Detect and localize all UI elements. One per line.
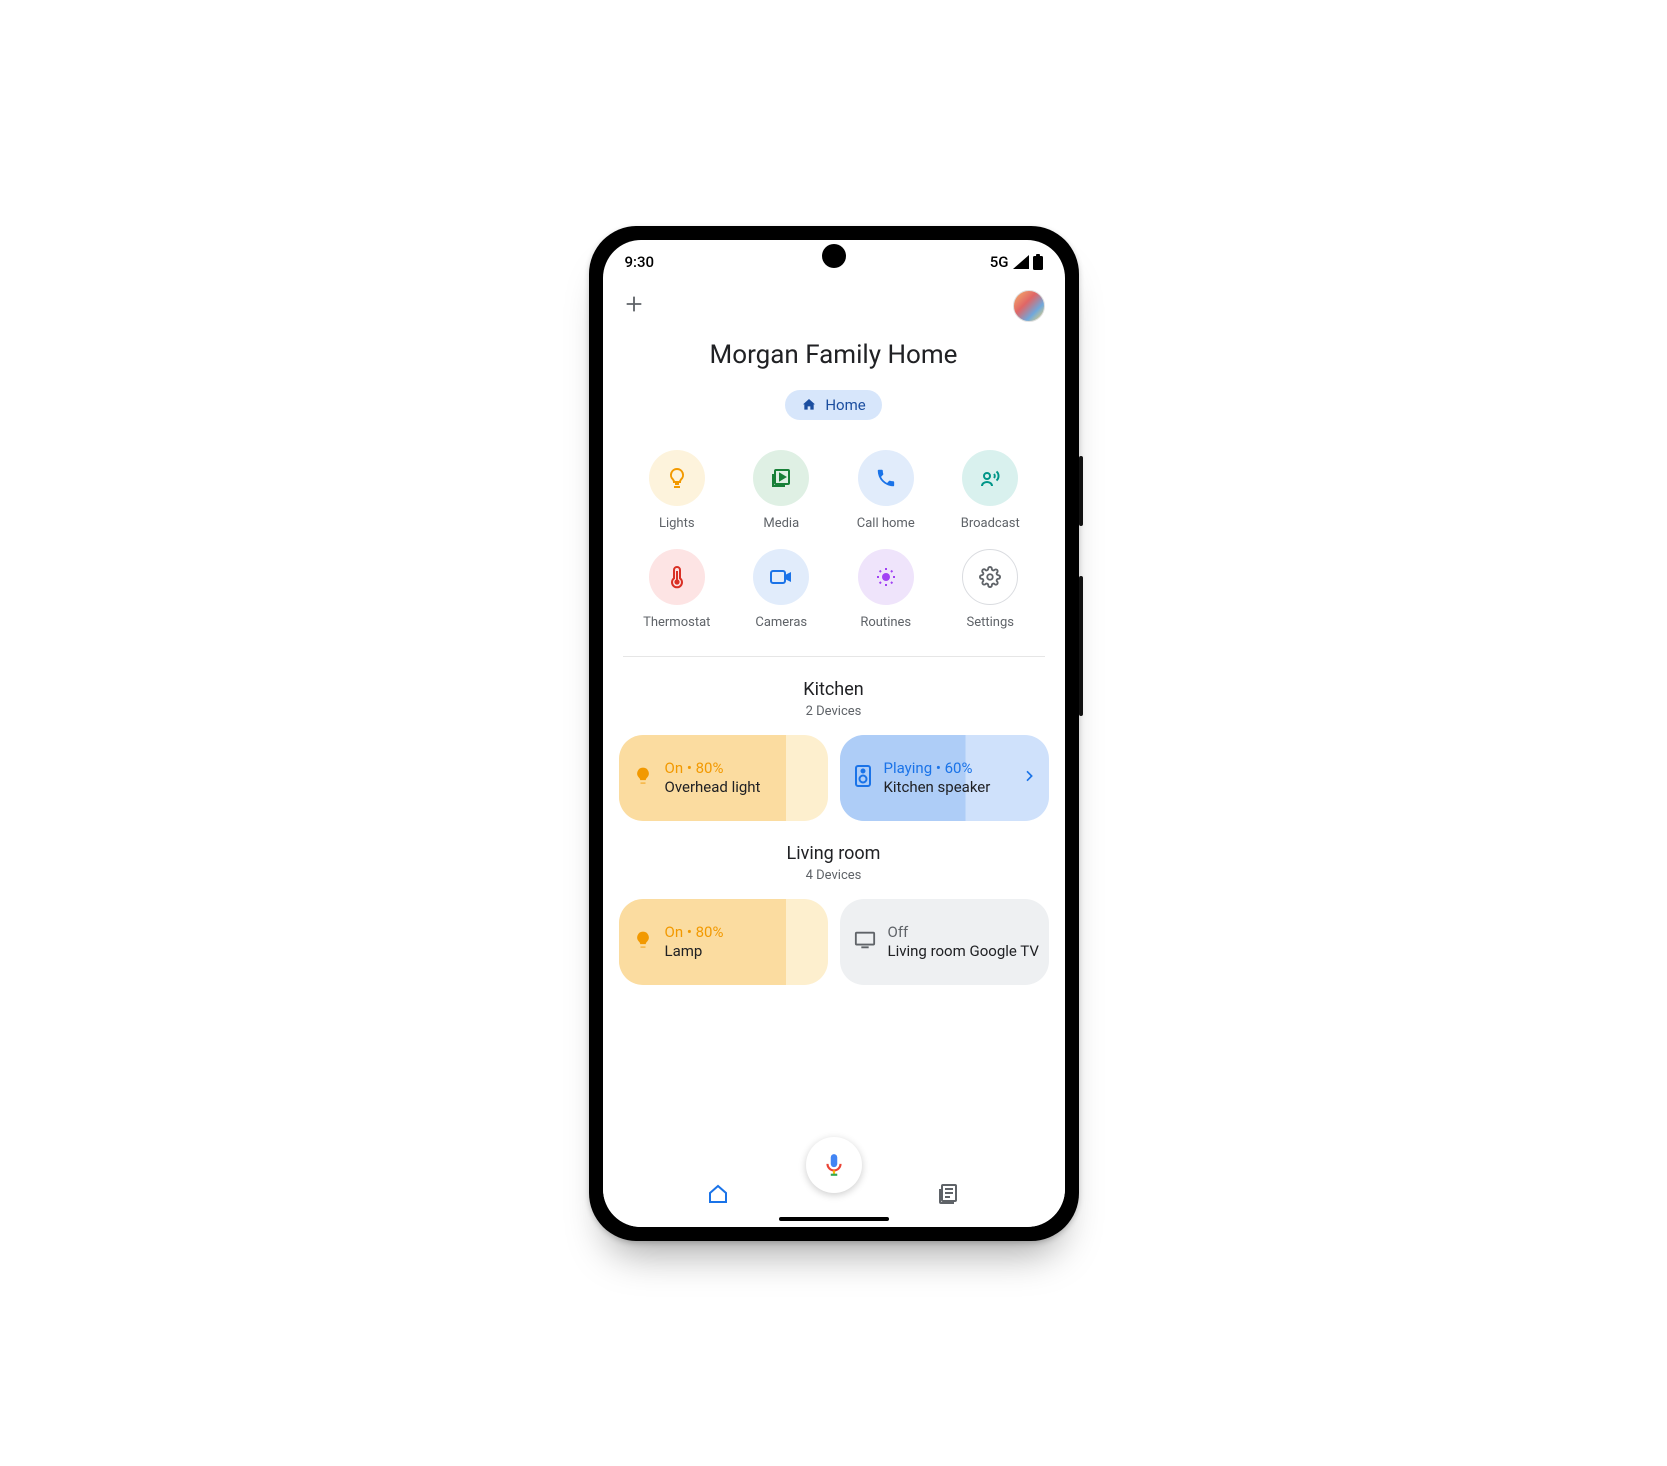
tv-icon [854,930,876,954]
action-cameras[interactable]: Cameras [738,549,825,630]
status-time: 9:30 [625,253,655,271]
room-name: Living room [603,843,1065,864]
assistant-fab[interactable] [806,1137,862,1193]
nav-feed-tab[interactable] [937,1182,961,1210]
action-label: Media [763,516,799,531]
home-chip-label: Home [825,396,865,414]
home-chip[interactable]: Home [785,390,881,420]
action-label: Broadcast [961,516,1020,531]
phone-frame: 9:30 5G Morgan Family Home Home Lights Me… [589,226,1079,1241]
screen: 9:30 5G Morgan Family Home Home Lights Me… [603,240,1065,1227]
device-name: Living room Google TV [888,942,1039,961]
device-row: On • 80%Overhead lightPlaying • 60%Kitch… [603,719,1065,821]
add-button[interactable] [623,292,645,320]
nav-home-tab[interactable] [706,1182,730,1210]
action-lights[interactable]: Lights [634,450,721,531]
home-outline-icon [706,1182,730,1206]
action-media[interactable]: Media [738,450,825,531]
action-thermostat[interactable]: Thermostat [634,549,721,630]
avatar[interactable] [1013,290,1045,322]
device-row: On • 80%LampOffLiving room Google TV [603,883,1065,985]
network-label: 5G [990,253,1009,271]
device-status: Off [888,923,1039,942]
battery-icon [1033,254,1043,270]
settings-icon [962,549,1018,605]
action-routines[interactable]: Routines [843,549,930,630]
device-card-overhead-light[interactable]: On • 80%Overhead light [619,735,828,821]
device-status: On • 80% [665,759,761,778]
quick-actions-grid: Lights Media Call home Broadcast Thermostat C… [634,450,1034,630]
device-status: Playing • 60% [884,759,991,778]
phone-side-button [1079,456,1083,526]
light-icon [633,766,653,790]
action-label: Settings [967,615,1014,630]
device-name: Lamp [665,942,724,961]
plus-icon [623,293,645,315]
lights-icon [649,450,705,506]
action-broadcast[interactable]: Broadcast [947,450,1034,531]
feed-icon [937,1182,961,1206]
media-icon [753,450,809,506]
light-icon [633,930,653,954]
signal-icon [1013,255,1029,269]
status-indicators: 5G [990,253,1043,271]
device-status: On • 80% [665,923,724,942]
action-call-home[interactable]: Call home [843,450,930,531]
thermostat-icon [649,549,705,605]
phone-side-button [1079,576,1083,716]
action-label: Cameras [755,615,807,630]
app-bar [603,284,1065,326]
phone-camera-notch [822,244,846,268]
home-icon [801,397,817,413]
room-header[interactable]: Living room 4 Devices [603,843,1065,883]
action-label: Thermostat [643,615,710,630]
call-home-icon [858,450,914,506]
cameras-icon [753,549,809,605]
speaker-icon [854,764,872,792]
action-settings[interactable]: Settings [947,549,1034,630]
page-title: Morgan Family Home [603,340,1065,370]
device-card-kitchen-speaker[interactable]: Playing • 60%Kitchen speaker [840,735,1049,821]
routines-icon [858,549,914,605]
device-name: Overhead light [665,778,761,797]
bottom-nav [603,1165,1065,1227]
rooms-container: Kitchen2 DevicesOn • 80%Overhead lightPl… [603,657,1065,985]
device-card-living-room-tv[interactable]: OffLiving room Google TV [840,899,1049,985]
chevron-right-icon [1021,768,1037,788]
room-name: Kitchen [603,679,1065,700]
mic-icon [821,1152,847,1178]
room-device-count: 2 Devices [603,704,1065,719]
action-label: Routines [860,615,911,630]
room-header[interactable]: Kitchen 2 Devices [603,679,1065,719]
gesture-bar [779,1217,889,1221]
room-device-count: 4 Devices [603,868,1065,883]
action-label: Call home [857,516,915,531]
device-name: Kitchen speaker [884,778,991,797]
broadcast-icon [962,450,1018,506]
action-label: Lights [659,516,695,531]
device-card-lamp[interactable]: On • 80%Lamp [619,899,828,985]
